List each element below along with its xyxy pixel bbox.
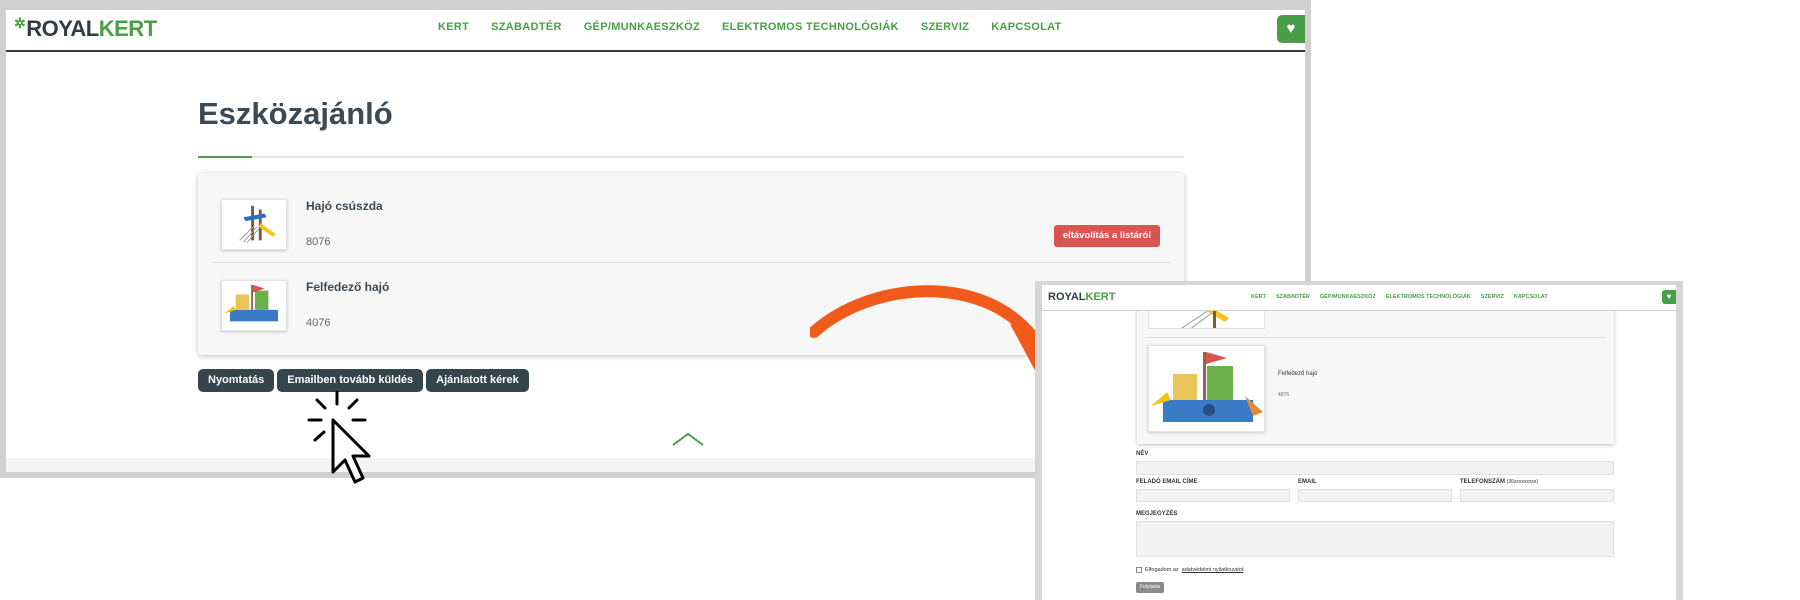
action-buttons: Nyomtatás Emailben tovább küldés Ajánlat… — [198, 369, 529, 392]
title-divider — [198, 156, 1184, 158]
top-navbar: ✲ ROYAL KERT KERT SZABADTÉR GÉP/MUNKAESZK… — [6, 10, 1305, 52]
zoomed-screenshot: ROYALKERT KERT SZABADTÉR GÉP/MUNKAESZKÖZ… — [1035, 281, 1683, 600]
mini-navbar: ROYALKERT KERT SZABADTÉR GÉP/MUNKAESZKÖZ… — [1042, 285, 1676, 311]
nav-kert[interactable]: KERT — [438, 21, 469, 33]
mini-heart-icon[interactable]: ♥ — [1662, 290, 1676, 304]
item-name: Felfedező hajó — [306, 280, 390, 294]
email-forward-button[interactable]: Emailben tovább küldés — [277, 369, 424, 392]
sender-email-field[interactable] — [1136, 489, 1290, 502]
item-code: 4076 — [306, 317, 331, 329]
phone-label: TELEFONSZÁM (36xxxxxxxxx) — [1460, 479, 1538, 485]
nav-kapcsolat[interactable]: KAPCSOLAT — [991, 21, 1061, 33]
mini-list-card: Felfedező hajó 4076 — [1137, 305, 1614, 444]
sender-email-label: FELADÓ EMAIL CÍME — [1136, 479, 1198, 485]
main-menu: KERT SZABADTÉR GÉP/MUNKAESZKÖZ ELEKTROMO… — [438, 21, 1062, 33]
mini-nav-szabadter[interactable]: SZABADTÉR — [1276, 294, 1310, 300]
mini-main-menu: KERT SZABADTÉR GÉP/MUNKAESZKÖZ ELEKTROMO… — [1251, 294, 1548, 300]
item-name: Hajó csúszda — [306, 199, 383, 213]
item-code: 8076 — [306, 236, 331, 248]
email-field[interactable] — [1298, 489, 1452, 502]
note-textarea[interactable] — [1136, 521, 1614, 557]
click-cursor-icon — [307, 390, 371, 484]
nav-gep-munkaeszkoz[interactable]: GÉP/MUNKAESZKÖZ — [584, 21, 700, 33]
logo-royal-text: ROYAL — [26, 16, 99, 41]
print-button[interactable]: Nyomtatás — [198, 369, 275, 392]
mini-ship-image — [1151, 352, 1263, 422]
privacy-policy-link[interactable]: adatvédelmi nyilatkozatot — [1182, 567, 1244, 573]
leaf-icon: ✲ — [14, 14, 26, 31]
continue-button[interactable]: Folytatás — [1136, 582, 1165, 593]
remove-from-list-button[interactable]: eltávolítás a listáról — [1053, 225, 1160, 247]
scroll-top-chevron-icon[interactable] — [671, 431, 705, 447]
mini-logo-royal: ROYAL — [1048, 291, 1086, 303]
mini-row-divider — [1145, 337, 1606, 338]
mini-nav-elektromos[interactable]: ELEKTROMOS TECHNOLÓGIÁK — [1386, 294, 1471, 300]
consent-text: Elfogadom az — [1145, 567, 1179, 573]
curved-arrow-icon — [810, 285, 1056, 376]
mini-ship-thumbnail[interactable] — [1148, 345, 1265, 432]
product-thumbnail[interactable] — [221, 199, 287, 250]
privacy-consent: Elfogadom az adatvédelmi nyilatkozatot — [1136, 567, 1243, 573]
phone-field[interactable] — [1460, 489, 1614, 502]
zoomed-page: ROYALKERT KERT SZABADTÉR GÉP/MUNKAESZKÖZ… — [1042, 285, 1676, 600]
phone-label-text: TELEFONSZÁM — [1460, 479, 1505, 485]
request-quote-button[interactable]: Ajánlatott kérek — [426, 369, 529, 392]
mini-nav-szerviz[interactable]: SZERVIZ — [1481, 294, 1504, 300]
mini-item-name: Felfedező hajó — [1278, 371, 1318, 377]
product-thumbnail[interactable] — [221, 280, 287, 331]
phone-hint: (36xxxxxxxxx) — [1506, 479, 1539, 485]
consent-checkbox[interactable] — [1136, 567, 1142, 573]
mini-nav-kapcsolat[interactable]: KAPCSOLAT — [1514, 294, 1548, 300]
title-divider-accent — [198, 156, 252, 158]
mini-nav-gep[interactable]: GÉP/MUNKAESZKÖZ — [1320, 294, 1376, 300]
name-label: NÉV — [1136, 451, 1149, 457]
mini-logo-kert: KERT — [1085, 291, 1116, 303]
mini-item-code: 4076 — [1278, 392, 1290, 398]
nav-elektromos-technologiak[interactable]: ELEKTROMOS TECHNOLÓGIÁK — [722, 21, 899, 33]
name-field[interactable] — [1136, 461, 1614, 475]
email-label: EMAIL — [1298, 479, 1317, 485]
slide-product-image — [239, 205, 277, 243]
mini-nav-kert[interactable]: KERT — [1251, 294, 1266, 300]
nav-szabadter[interactable]: SZABADTÉR — [491, 21, 562, 33]
heart-icon[interactable]: ♥ — [1277, 15, 1305, 43]
nav-szerviz[interactable]: SZERVIZ — [921, 21, 969, 33]
note-label: MEGJEGYZÉS — [1136, 511, 1178, 517]
royalkert-logo[interactable]: ✲ ROYAL KERT — [14, 14, 157, 42]
logo-kert-text: KERT — [98, 16, 157, 41]
page-title: Eszközajánló — [198, 96, 393, 131]
mini-royalkert-logo[interactable]: ROYALKERT — [1048, 291, 1115, 303]
list-item: Hajó csúszda 8076 eltávolítás a listáról — [212, 183, 1170, 263]
ship-product-image — [224, 284, 279, 322]
